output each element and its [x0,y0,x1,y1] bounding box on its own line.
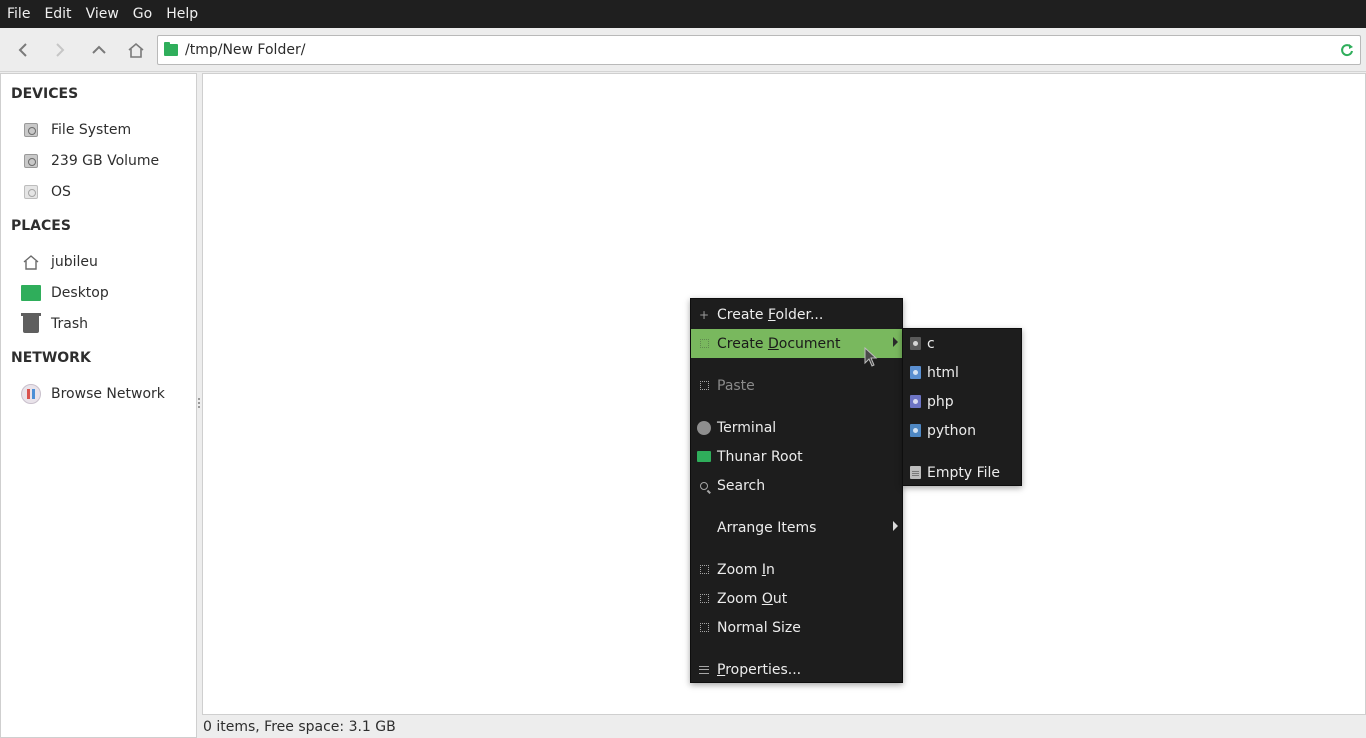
forward-button[interactable] [47,36,73,64]
zoom-fit-icon [691,623,717,632]
chevron-left-icon [18,43,27,57]
normal-size-label: Normal Size [717,619,801,636]
sidebar: DEVICES File System 239 GB Volume OS PLA… [0,73,197,738]
c-source-icon [903,337,927,350]
php-file-icon [903,395,927,408]
menu-view[interactable]: View [79,0,126,28]
document-icon [691,339,717,348]
zoom-in-label: Zoom In [717,561,775,578]
chevron-up-icon [92,45,106,54]
normal-size-item[interactable]: Normal Size [691,613,902,642]
network-icon [21,384,41,404]
terminal-icon [691,420,717,435]
drive-icon [21,121,41,139]
submenu-arrow-icon [893,521,898,531]
create-document-submenu: c html php python Empty File [902,328,1022,486]
properties-label: Properties... [717,661,802,678]
create-folder-label: Create Folder... [717,306,824,323]
mouse-pointer-icon [864,347,878,367]
sidebar-item-label: jubileu [51,254,98,270]
submenu-item-label: php [927,393,954,410]
html-file-icon [903,366,927,379]
sidebar-item-label: 239 GB Volume [51,153,160,169]
zoom-out-icon [691,594,717,603]
python-file-icon [903,424,927,437]
submenu-item-html[interactable]: html [903,358,1021,387]
back-button[interactable] [10,36,36,64]
sidebar-item-239gb-volume[interactable]: 239 GB Volume [21,149,159,173]
create-folder-item[interactable]: + Create Folder... [691,300,902,329]
properties-icon [691,665,717,674]
sidebar-item-browse-network[interactable]: Browse Network [21,382,165,406]
submenu-arrow-icon [893,337,898,347]
home-icon [128,42,144,58]
location-path[interactable]: /tmp/New Folder/ [185,42,305,58]
toolbar: /tmp/New Folder/ [0,28,1366,72]
submenu-item-label: c [927,335,935,352]
menu-go[interactable]: Go [126,0,159,28]
sidebar-item-label: OS [51,184,71,200]
search-item[interactable]: Search [691,471,902,500]
sidebar-item-jubileu[interactable]: jubileu [21,250,98,274]
zoom-out-label: Zoom Out [717,590,788,607]
zoom-in-item[interactable]: Zoom In [691,555,902,584]
desktop-folder-icon [21,284,41,302]
paste-icon [691,381,717,390]
home-icon [21,253,41,271]
sidebar-item-label: Trash [51,316,88,332]
submenu-item-label: Empty File [927,464,1001,481]
arrange-items-label: Arrange Items [717,519,817,536]
submenu-item-label: html [927,364,959,381]
sidebar-item-label: Browse Network [51,386,165,402]
terminal-label: Terminal [717,419,777,436]
trash-icon [21,312,41,333]
network-heading: NETWORK [11,350,91,366]
pane-splitter[interactable] [198,398,201,412]
menu-file[interactable]: File [0,0,37,28]
zoom-out-item[interactable]: Zoom Out [691,584,902,613]
terminal-item[interactable]: Terminal [691,413,902,442]
search-icon [691,481,717,490]
menu-edit[interactable]: Edit [37,0,78,28]
home-button[interactable] [123,36,149,64]
devices-heading: DEVICES [11,86,79,102]
places-heading: PLACES [11,218,71,234]
search-label: Search [717,477,766,494]
thunar-root-item[interactable]: Thunar Root [691,442,902,471]
paste-item[interactable]: Paste [691,371,902,400]
sidebar-item-trash[interactable]: Trash [21,312,88,336]
sidebar-item-desktop[interactable]: Desktop [21,281,109,305]
properties-item[interactable]: Properties... [691,655,902,684]
submenu-item-empty-file[interactable]: Empty File [903,458,1021,487]
sidebar-item-label: File System [51,122,132,138]
sidebar-item-file-system[interactable]: File System [21,118,131,142]
submenu-item-label: python [927,422,976,439]
submenu-item-c[interactable]: c [903,329,1021,358]
drive-icon [21,183,41,201]
folder-icon [164,42,178,56]
status-bar: 0 items, Free space: 3.1 GB [203,719,396,735]
thunar-root-label: Thunar Root [717,448,803,465]
zoom-in-icon [691,565,717,574]
create-document-label: Create Document [717,335,841,352]
paste-label: Paste [717,377,755,394]
menubar: File Edit View Go Help [0,0,1366,28]
folder-icon [691,451,717,462]
location-bar[interactable]: /tmp/New Folder/ [157,35,1361,65]
up-button[interactable] [86,36,112,64]
drive-icon [21,152,41,170]
reload-icon[interactable] [1340,43,1354,57]
submenu-item-php[interactable]: php [903,387,1021,416]
sidebar-item-label: Desktop [51,285,109,301]
plus-icon: + [698,307,710,322]
menu-help[interactable]: Help [159,0,205,28]
chevron-right-icon [56,43,65,57]
submenu-item-python[interactable]: python [903,416,1021,445]
arrange-items-item[interactable]: Arrange Items [691,513,902,542]
text-file-icon [903,466,927,479]
sidebar-item-os[interactable]: OS [21,180,71,204]
